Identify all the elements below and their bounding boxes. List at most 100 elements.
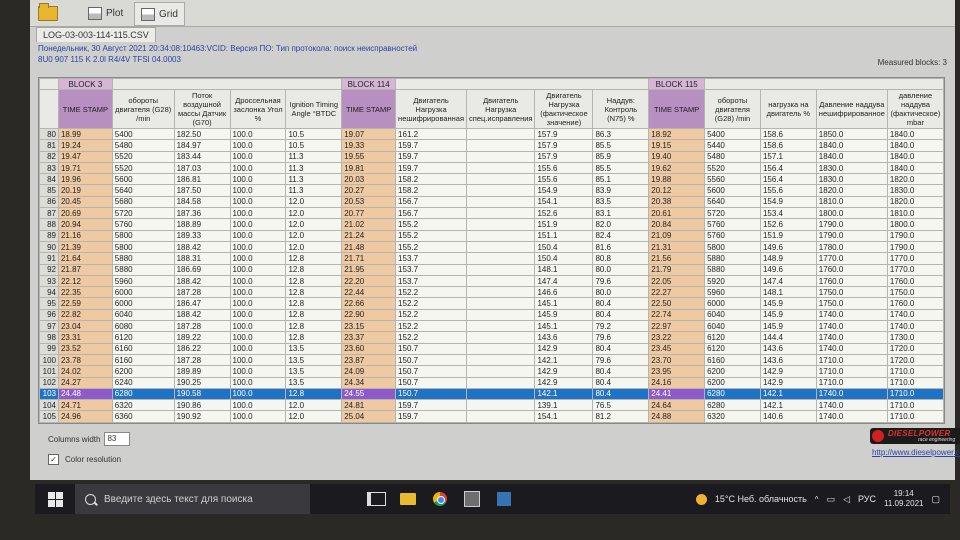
website-link[interactable]: http://www.dieselpower.cz (872, 448, 960, 457)
explorer-button[interactable] (392, 484, 424, 514)
column-header[interactable]: TIME STAMP (648, 89, 706, 129)
log-viewer-button[interactable] (488, 484, 520, 514)
table-row[interactable]: 87 20.69 5720 187.36 100.0 12.0 20.77 156.7 152.… (39, 207, 944, 220)
table-row[interactable]: 101 24.02 6200 189.89 100.0 13.5 24.09 150.7 142… (39, 365, 944, 378)
volume-icon[interactable]: ◁ (843, 494, 850, 505)
language-indicator[interactable]: РУС (858, 494, 876, 504)
table-row[interactable]: 88 20.94 5760 188.89 100.0 12.0 21.02 155.2 151.… (39, 218, 944, 231)
file-tab[interactable]: LOG-03-003-114-115.CSV (36, 27, 156, 42)
column-header[interactable]: обороты двигателя (G28) /min (704, 89, 761, 129)
column-header[interactable]: Двигатель Нагрузка (фактическое значение… (534, 89, 594, 129)
column-header[interactable]: Двигатель Нагрузка спец.исправления (466, 89, 536, 129)
table-cell: 21.31 (648, 240, 706, 254)
data-grid[interactable]: BLOCK 3 BLOCK 114 BLOCK 115 TIME STAMP оборо… (38, 77, 945, 424)
table-cell: 142.9 (534, 365, 594, 378)
chrome-button[interactable] (424, 484, 456, 514)
table-cell: 186.81 (173, 173, 231, 186)
column-header[interactable]: TIME STAMP (57, 89, 113, 129)
table-row[interactable]: 90 21.39 5800 188.42 100.0 12.0 21.48 155.2 150.… (39, 240, 944, 254)
table-cell: 19.40 (648, 150, 706, 163)
table-row[interactable]: 102 24.27 6240 190.25 100.0 13.5 24.34 150.7 142… (39, 376, 944, 389)
column-header[interactable]: Поток воздушной массы Датчик (G70) (173, 89, 231, 129)
table-cell: 19.47 (57, 150, 113, 163)
vcds-app-button[interactable] (456, 484, 488, 514)
table-row[interactable]: 105 24.96 6360 190.92 100.0 12.0 25.04 159.7 154… (39, 410, 944, 423)
table-cell: 20.03 (341, 173, 397, 186)
table-cell: 85.5 (592, 161, 650, 175)
table-row[interactable]: 99 23.52 6160 186.22 100.0 13.5 23.60 150.7 142.… (39, 342, 944, 355)
network-icon[interactable]: ▭ (827, 494, 836, 505)
table-row[interactable]: 98 23.31 6120 189.22 100.0 12.8 23.37 152.2 143.… (39, 331, 944, 344)
table-cell: 186.69 (173, 263, 231, 276)
table-row[interactable]: 93 22.12 5960 188.42 100.0 12.8 22.20 153.7 147.… (39, 274, 944, 288)
table-cell: 1800.0 (815, 207, 888, 220)
column-header[interactable]: Дроссельная заслонка Угол % (229, 89, 287, 129)
table-row[interactable]: 85 20.19 5640 187.50 100.0 11.3 20.27 158.2 154.… (39, 184, 944, 197)
table-cell: 1710.0 (815, 365, 888, 378)
start-button[interactable] (35, 484, 75, 514)
color-resolution-checkbox[interactable]: ✓ (48, 454, 59, 465)
table-cell: 1830.0 (815, 173, 888, 186)
table-row[interactable]: 92 21.87 5880 186.69 100.0 12.8 21.95 153.7 148.… (39, 263, 944, 276)
table-cell: 80.4 (592, 308, 650, 322)
row-number-header (39, 89, 59, 129)
table-cell: 6000 (111, 286, 175, 299)
column-header[interactable]: Двигатель Нагрузка нешифрированная (395, 89, 468, 129)
table-cell: 21.95 (341, 263, 397, 276)
table-row[interactable]: 96 22.82 6040 188.42 100.0 12.8 22.90 152.2 145.… (39, 308, 944, 322)
column-header[interactable]: TIME STAMP (341, 89, 397, 129)
table-cell: 100.0 (229, 139, 287, 152)
column-header[interactable]: нагрузка на двигатель % (759, 89, 817, 129)
table-row[interactable]: 81 19.24 5480 184.97 100.0 10.5 19.33 159.7 157.… (39, 139, 944, 152)
table-cell: 142.1 (534, 353, 594, 367)
table-row[interactable]: 89 21.16 5800 189.33 100.0 12.0 21.24 155.2 151.… (39, 229, 944, 242)
open-button[interactable] (38, 2, 62, 24)
table-cell: 5400 (111, 127, 175, 141)
table-row[interactable]: 104 24.71 6320 190.86 100.0 12.0 24.81 159.7 139… (39, 399, 944, 412)
table-cell: 1750.0 (886, 286, 944, 299)
table-row[interactable]: 97 23.04 6080 187.28 100.0 12.8 23.15 152.2 145.… (39, 320, 944, 333)
table-row[interactable]: 100 23.78 6160 187.28 100.0 13.5 23.87 150.7 142… (39, 353, 944, 367)
chevron-up-icon[interactable]: ^ (815, 495, 819, 504)
log-viewer-icon (497, 492, 511, 506)
table-row[interactable]: 91 21.64 5880 188.31 100.0 12.8 21.71 153.7 150.… (39, 252, 944, 265)
table-cell: 22.44 (341, 286, 397, 299)
table-cell: 147.4 (759, 274, 817, 288)
log-info-line2: 8U0 907 115 K 2.0l R4/4V TFSI 04.0003 (38, 55, 181, 64)
table-cell: 22.97 (648, 320, 706, 333)
table-cell: 5680 (111, 195, 175, 209)
column-header[interactable]: обороты двигателя (G28) /min (111, 89, 175, 129)
column-header[interactable]: Ignition Timing Angle °BTDC (285, 89, 343, 129)
table-row[interactable]: 95 22.59 6000 186.47 100.0 12.8 22.66 152.2 145.… (39, 297, 944, 310)
task-view-button[interactable] (360, 484, 392, 514)
grid-button[interactable]: Grid (134, 2, 185, 26)
notifications-icon[interactable]: ▢ (931, 494, 940, 505)
table-cell: 1740.0 (815, 331, 888, 344)
table-cell: 19.15 (648, 139, 706, 152)
table-row[interactable]: 82 19.47 5520 183.44 100.0 11.3 19.55 159.7 157.… (39, 150, 944, 163)
table-cell: 189.33 (173, 229, 231, 242)
table-row[interactable]: 80 18.99 5400 182.50 100.0 10.5 19.07 161.2 157.… (39, 127, 944, 141)
table-row[interactable]: 94 22.35 6000 187.28 100.0 12.8 22.44 152.2 146.… (39, 286, 944, 299)
weather-text[interactable]: 15°C Неб. облачность (715, 494, 807, 504)
table-cell: 22.27 (648, 286, 706, 299)
table-cell: 156.7 (395, 207, 468, 220)
table-cell: 100.0 (229, 376, 287, 389)
table-cell: 100.0 (229, 387, 287, 401)
table-cell: 146.6 (534, 286, 594, 299)
table-cell: 19.81 (341, 161, 397, 175)
table-cell: 100.0 (229, 297, 287, 310)
table-row[interactable]: 86 20.45 5680 184.58 100.0 12.0 20.53 156.7 154.… (39, 195, 944, 209)
table-cell: 24.27 (57, 376, 113, 389)
table-row[interactable]: 84 19.96 5600 186.81 100.0 11.3 20.03 158.2 155.… (39, 173, 944, 186)
table-row[interactable]: 103 24.48 6280 190.58 100.0 12.8 24.55 150.7 142… (39, 387, 944, 401)
column-header[interactable]: Наддув: Контроль (N75) % (592, 89, 650, 129)
table-row[interactable]: 83 19.71 5520 187.03 100.0 11.3 19.81 159.7 155.… (39, 161, 944, 175)
column-header[interactable]: Давление наддува нешифрированное (815, 89, 888, 129)
columns-width-input[interactable]: 83 (104, 432, 131, 446)
clock[interactable]: 19:14 11.09.2021 (884, 489, 923, 509)
table-cell: 80.4 (592, 365, 650, 378)
plot-button[interactable]: Plot (88, 2, 123, 24)
taskbar-search[interactable]: Введите здесь текст для поиска (75, 484, 310, 514)
column-header[interactable]: давление наддува (фактическое) mbar (886, 89, 944, 129)
